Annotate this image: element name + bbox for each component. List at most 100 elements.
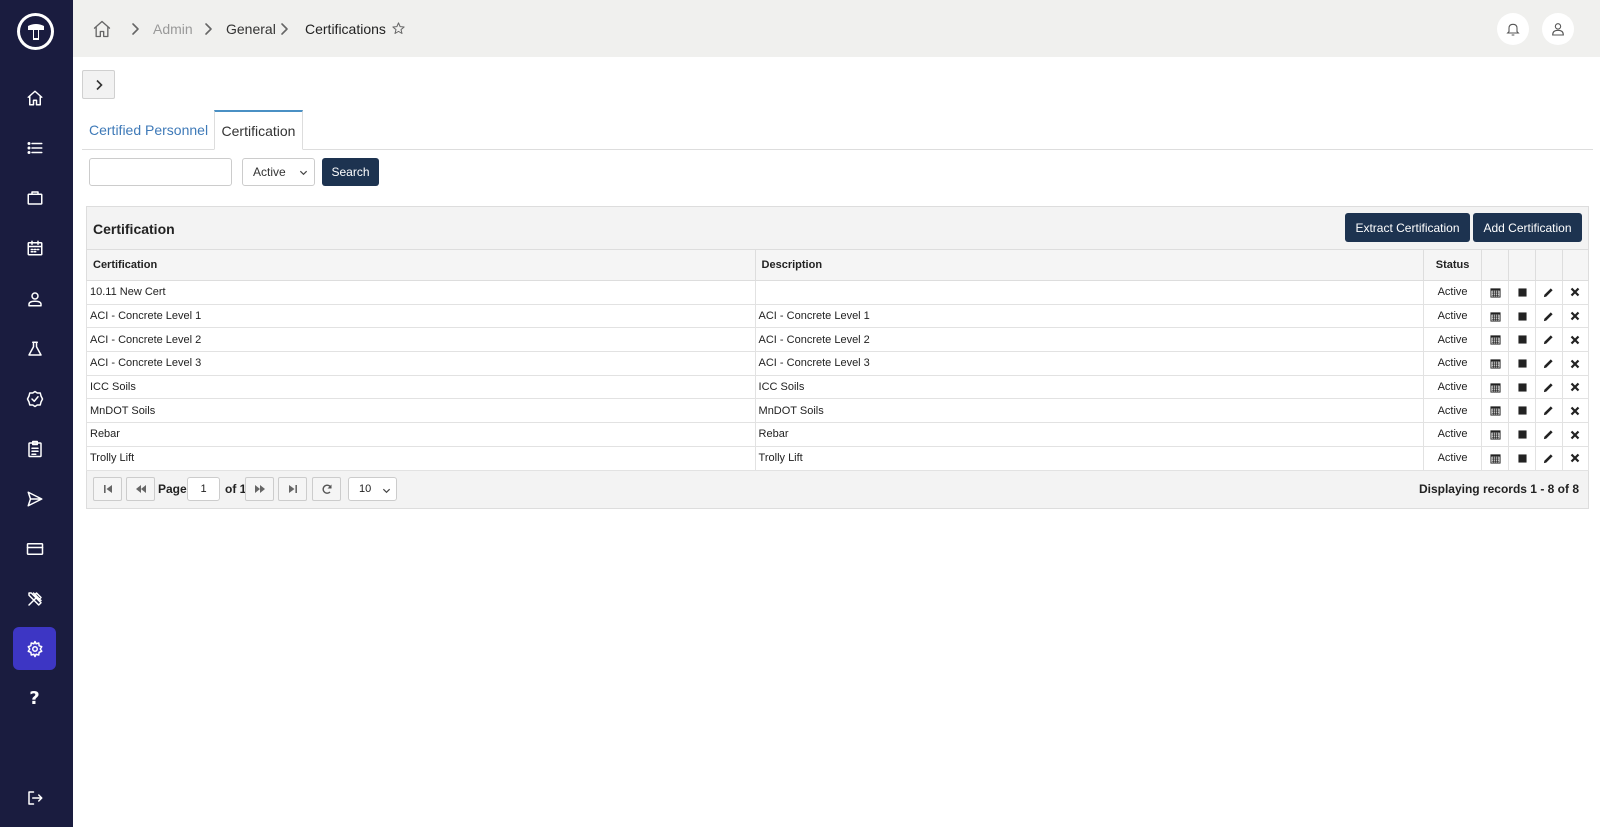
column-header-description[interactable]: Description [754,249,1425,281]
deactivate-button[interactable] [1508,351,1536,376]
table-row[interactable]: Trolly Lift Trolly Lift Active [86,445,1590,471]
deactivate-button[interactable] [1508,374,1536,400]
schedule-button[interactable] [1481,374,1510,400]
last-page-button[interactable] [278,477,307,501]
pencil-icon [1544,383,1554,392]
sidebar-item-lab[interactable] [13,327,56,370]
table-row[interactable]: Rebar Rebar Active [86,422,1590,447]
sidebar-item-home[interactable] [13,76,56,119]
edit-button[interactable] [1535,445,1563,471]
gear-icon [27,640,42,657]
page-label: Page [158,482,187,496]
table-row[interactable]: ACI - Concrete Level 1 ACI - Concrete Lev… [86,303,1590,329]
sidebar-item-tools[interactable] [13,577,56,620]
deactivate-button[interactable] [1508,280,1536,305]
add-certification-button[interactable]: Add Certification [1473,213,1582,242]
cell-certification: ACI - Concrete Level 1 [86,303,756,329]
cell-certification: Trolly Lift [86,445,756,471]
edit-button[interactable] [1535,303,1563,329]
sidebar-item-send[interactable] [13,477,56,520]
stop-icon [1517,406,1527,415]
app-logo[interactable] [17,13,54,50]
calendar-icon [27,240,42,255]
delete-button[interactable] [1561,327,1590,353]
schedule-button[interactable] [1481,398,1510,424]
deactivate-button[interactable] [1508,303,1536,329]
search-input[interactable] [89,158,232,186]
calendar-icon [1489,454,1501,464]
delete-button[interactable] [1561,280,1590,305]
breadcrumb-home[interactable] [92,0,112,57]
schedule-button[interactable] [1481,445,1510,471]
stop-icon [1517,312,1527,321]
table-row[interactable]: MnDOT Soils MnDOT Soils Active [86,398,1590,424]
delete-button[interactable] [1561,351,1590,376]
chevron-right-icon [205,22,212,35]
table-row[interactable]: ICC Soils ICC Soils Active [86,374,1590,400]
column-header-status[interactable]: Status [1423,249,1483,281]
previous-page-button[interactable] [126,477,155,501]
pencil-icon [1544,454,1554,463]
tools-icon [27,591,42,606]
page-size-select[interactable]: 10 [348,477,397,501]
breadcrumb-admin[interactable]: Admin [153,0,193,57]
pencil-icon [1544,288,1554,298]
table-row[interactable]: ACI - Concrete Level 3 ACI - Concrete Lev… [86,351,1590,376]
breadcrumb-general[interactable]: General [226,0,276,57]
deactivate-button[interactable] [1508,327,1536,353]
edit-button[interactable] [1535,280,1563,305]
schedule-button[interactable] [1481,422,1510,447]
close-icon [1571,288,1580,297]
deactivate-button[interactable] [1508,422,1536,447]
table-row[interactable]: ACI - Concrete Level 2 ACI - Concrete Lev… [86,327,1590,353]
schedule-button[interactable] [1481,351,1510,376]
sidebar-item-calendar[interactable] [13,226,56,269]
extract-certification-button[interactable]: Extract Certification [1345,213,1470,242]
delete-button[interactable] [1561,445,1590,471]
schedule-button[interactable] [1481,327,1510,353]
page-number-input[interactable]: 1 [187,477,220,501]
status-select[interactable]: Active [242,158,315,186]
edit-button[interactable] [1535,398,1563,424]
table-row[interactable]: 10.11 New Cert Active [86,280,1590,305]
edit-button[interactable] [1535,422,1563,447]
deactivate-button[interactable] [1508,445,1536,471]
sidebar-item-approvals[interactable] [13,377,56,420]
tab-certification[interactable]: Certification [214,110,303,150]
stop-icon [1517,288,1527,297]
tab-certified-personnel[interactable]: Certified Personnel [89,122,208,138]
schedule-button[interactable] [1481,280,1510,305]
expand-panel-button[interactable] [82,70,115,99]
user-menu-button[interactable] [1542,13,1574,45]
delete-button[interactable] [1561,374,1590,400]
first-page-button[interactable] [93,477,122,501]
search-button[interactable]: Search [322,158,379,186]
column-header-action [1508,249,1536,281]
column-header-certification[interactable]: Certification [86,249,756,281]
favorite-star-button[interactable] [391,0,406,57]
cell-description: Rebar [754,422,1425,447]
deactivate-button[interactable] [1508,398,1536,424]
delete-button[interactable] [1561,398,1590,424]
user-icon [1552,23,1564,36]
delete-button[interactable] [1561,422,1590,447]
sidebar-item-personnel[interactable] [13,277,56,320]
next-page-button[interactable] [245,477,274,501]
sidebar-item-help[interactable]: ? [13,677,56,720]
sidebar-item-list[interactable] [13,126,56,169]
close-icon [1571,430,1580,439]
breadcrumb-current: Certifications [305,20,386,37]
sidebar-item-billing[interactable] [13,527,56,570]
delete-button[interactable] [1561,303,1590,329]
refresh-button[interactable] [312,477,341,501]
sidebar-item-settings[interactable] [13,627,56,670]
edit-button[interactable] [1535,351,1563,376]
edit-button[interactable] [1535,327,1563,353]
edit-button[interactable] [1535,374,1563,400]
schedule-button[interactable] [1481,303,1510,329]
sidebar-item-logout[interactable] [13,776,56,819]
notifications-button[interactable] [1497,13,1529,45]
records-summary: Displaying records 1 - 8 of 8 [1418,482,1579,496]
sidebar-item-projects[interactable] [13,176,56,219]
sidebar-item-reports[interactable] [13,427,56,470]
